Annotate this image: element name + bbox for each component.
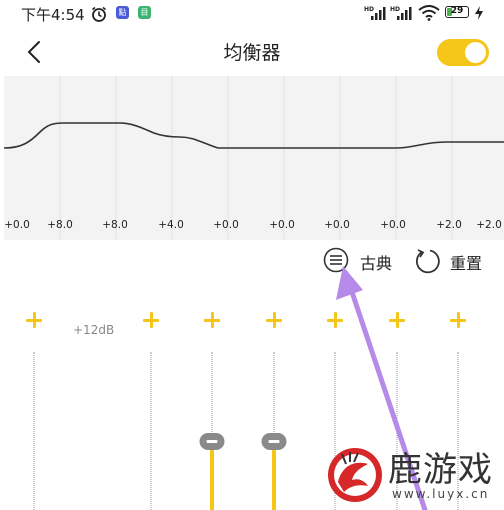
wifi-icon (418, 5, 440, 25)
svg-text:HD: HD (364, 6, 374, 13)
eq-curve-chart (4, 76, 504, 240)
reset-icon (415, 249, 440, 274)
band-gain-label: +0.0 (4, 219, 30, 231)
header: 均衡器 (0, 28, 504, 76)
band-gain-label: +0.0 (324, 219, 350, 231)
preset-list-icon (323, 247, 349, 273)
band-increase-button[interactable] (387, 310, 407, 330)
equalizer-toggle[interactable] (437, 39, 489, 66)
battery-level-text: 29 (450, 6, 464, 16)
watermark: 鹿游戏 www.luyx.cn (320, 440, 504, 510)
band-gain-label: +2.0 (436, 219, 462, 231)
band-gain-label: +0.0 (269, 219, 295, 231)
band-slider-thumb[interactable] (199, 433, 225, 450)
reset-button[interactable]: 重置 (413, 246, 482, 274)
signal-hd-icon: HD (364, 5, 386, 25)
band-increase-button[interactable] (325, 310, 345, 330)
page-title: 均衡器 (223, 42, 281, 64)
band-slider-thumb[interactable] (261, 433, 287, 450)
band-gain-label: +2.0 (476, 219, 502, 231)
preset-label: 古典 (360, 254, 393, 273)
signal-hd-icon: HD (390, 5, 412, 25)
band-slider-track[interactable] (33, 352, 35, 510)
toggle-knob (465, 42, 486, 63)
status-time: 下午4:54 (21, 6, 85, 24)
battery-icon: 29 (445, 6, 469, 18)
watermark-name: 鹿游戏 (388, 450, 493, 490)
band-gain-label: +0.0 (380, 219, 406, 231)
watermark-url: www.luyx.cn (392, 487, 490, 501)
band-gain-label: +0.0 (213, 219, 239, 231)
band-increase-button[interactable] (202, 310, 222, 330)
band-increase-button[interactable] (264, 310, 284, 330)
reset-label: 重置 (450, 254, 483, 273)
max-gain-label: +12dB (73, 323, 115, 337)
band-increase-button[interactable] (141, 310, 161, 330)
alarm-icon (90, 5, 108, 27)
band-level-bar (210, 450, 214, 510)
eq-curve-panel (4, 76, 504, 240)
band-slider-track[interactable] (150, 352, 152, 510)
deer-logo-icon (328, 448, 382, 502)
preset-button[interactable]: 古典 (322, 246, 392, 274)
band-increase-button[interactable] (24, 310, 44, 330)
app-badge-icon: 點 (116, 6, 129, 19)
band-increase-button[interactable] (448, 310, 468, 330)
band-level-bar (272, 450, 276, 510)
charging-icon (474, 5, 484, 25)
app-badge-icon: 目 (138, 6, 151, 19)
band-gain-label: +8.0 (102, 219, 128, 231)
band-gain-label: +8.0 (47, 219, 73, 231)
svg-text:HD: HD (390, 6, 400, 13)
status-bar: 下午4:54 點 目 HD HD 29 (0, 0, 504, 28)
eq-curve-line (4, 122, 504, 149)
band-gain-label: +4.0 (158, 219, 184, 231)
